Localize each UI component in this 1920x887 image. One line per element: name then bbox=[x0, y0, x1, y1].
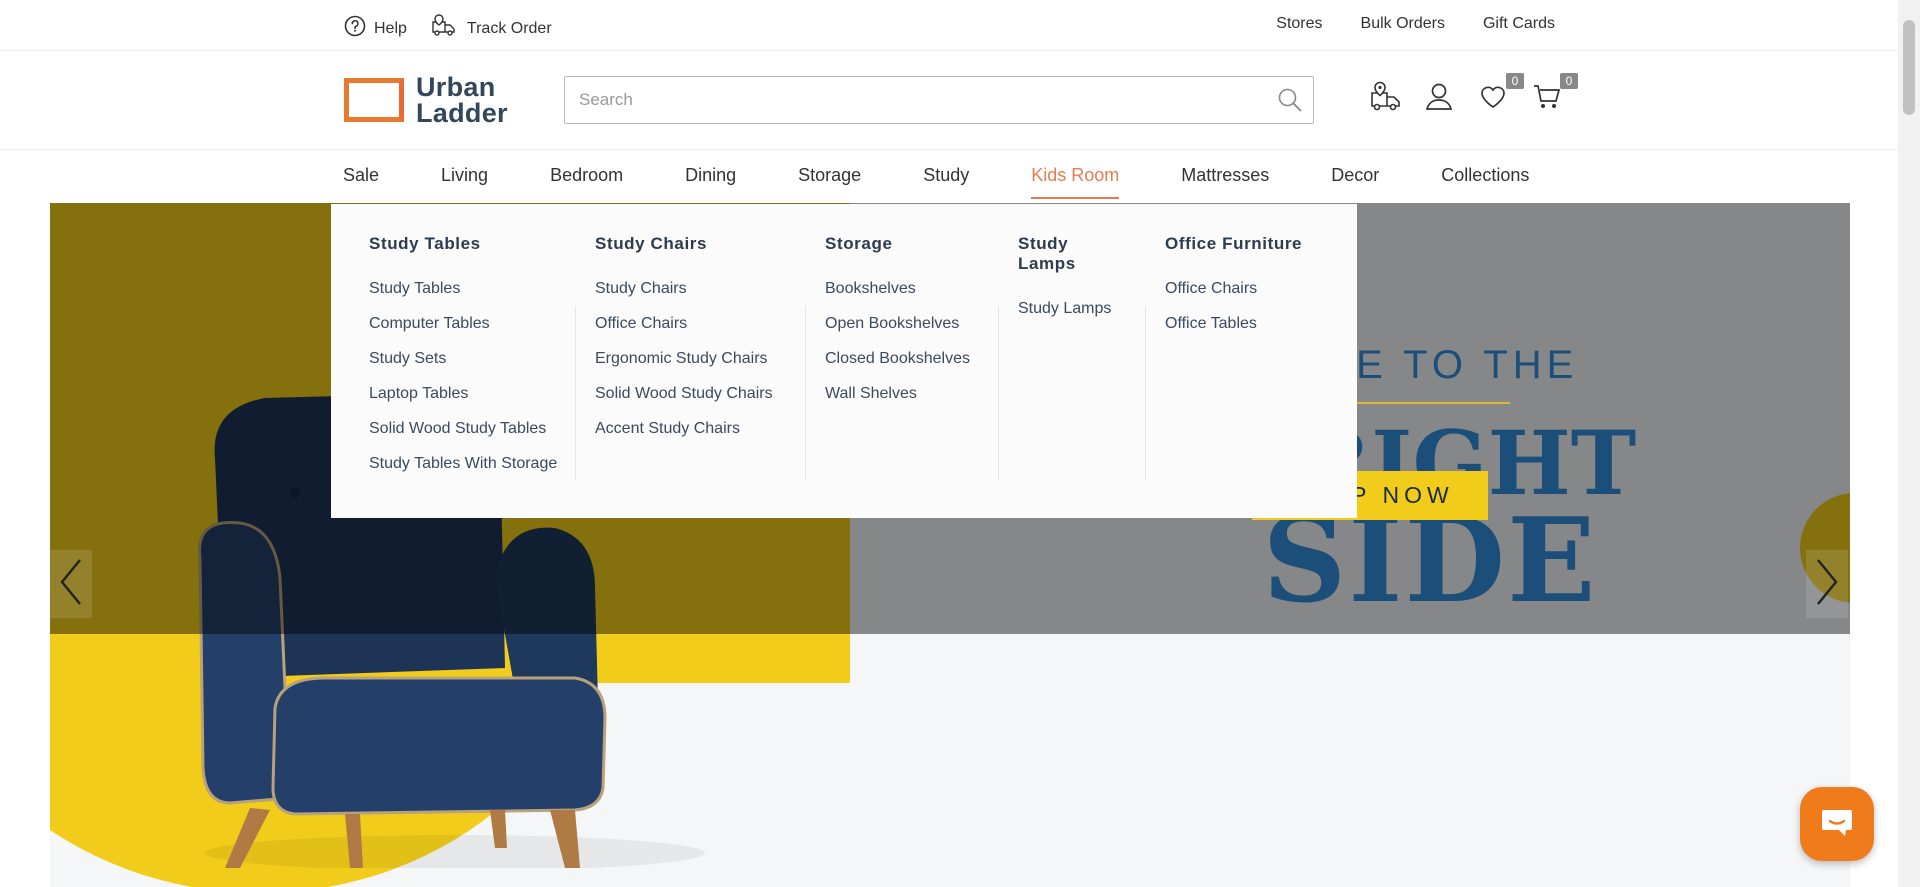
chevron-right-icon bbox=[1814, 557, 1840, 612]
track-order-link[interactable]: Track Order bbox=[431, 14, 552, 43]
user-icon[interactable] bbox=[1424, 81, 1456, 113]
nav-item-dining[interactable]: Dining bbox=[685, 151, 736, 199]
scrollbar-thumb[interactable] bbox=[1903, 20, 1915, 115]
nav-item-sale[interactable]: Sale bbox=[343, 151, 379, 199]
help-icon bbox=[344, 15, 366, 42]
logo-text: Urban Ladder bbox=[416, 72, 508, 128]
logo[interactable]: Urban Ladder bbox=[344, 72, 508, 128]
gift-cards-link[interactable]: Gift Cards bbox=[1483, 15, 1555, 33]
search-icon[interactable] bbox=[1277, 87, 1303, 118]
cart-count-badge: 0 bbox=[1560, 73, 1578, 89]
help-link[interactable]: Help bbox=[344, 14, 407, 43]
page-scrollbar[interactable] bbox=[1898, 0, 1920, 887]
help-label: Help bbox=[374, 19, 407, 37]
menu-link[interactable]: Study Lamps bbox=[1018, 300, 1125, 318]
heart-icon[interactable]: 0 bbox=[1478, 73, 1524, 113]
top-left-links: Help Track Order bbox=[344, 14, 552, 43]
menu-link[interactable]: Closed Bookshelves bbox=[825, 350, 978, 368]
logo-mark bbox=[344, 78, 404, 122]
top-right-links: Stores Bulk Orders Gift Cards bbox=[1276, 15, 1555, 33]
logo-line2: Ladder bbox=[416, 98, 508, 128]
kids-room-mega-menu: Study Tables Study Tables Computer Tables S… bbox=[331, 204, 1357, 518]
nav-item-study[interactable]: Study bbox=[923, 151, 969, 199]
menu-column-office-furniture: Office Furniture Office Chairs Office Tabl… bbox=[1145, 234, 1357, 518]
site-header: Urban Ladder 0 0 bbox=[0, 51, 1898, 150]
menu-column-storage: Storage Bookshelves Open Bookshelves Closed… bbox=[805, 234, 998, 518]
nav-item-decor[interactable]: Decor bbox=[1331, 151, 1379, 199]
menu-link[interactable]: Laptop Tables bbox=[369, 385, 555, 403]
menu-column-study-chairs: Study Chairs Study Chairs Office Chairs Erg… bbox=[575, 234, 805, 518]
menu-link[interactable]: Wall Shelves bbox=[825, 385, 978, 403]
nav-item-mattresses[interactable]: Mattresses bbox=[1181, 151, 1269, 199]
location-truck-icon[interactable] bbox=[1370, 81, 1402, 113]
chat-button[interactable] bbox=[1800, 787, 1874, 861]
menu-column-heading[interactable]: Storage bbox=[825, 234, 978, 254]
menu-link[interactable]: Office Chairs bbox=[595, 315, 785, 333]
menu-link[interactable]: Solid Wood Study Tables bbox=[369, 420, 555, 438]
menu-link[interactable]: Study Chairs bbox=[595, 280, 785, 298]
menu-column-study-tables: Study Tables Study Tables Computer Tables S… bbox=[331, 234, 575, 518]
menu-link[interactable]: Office Chairs bbox=[1165, 280, 1337, 298]
bulk-orders-link[interactable]: Bulk Orders bbox=[1361, 15, 1445, 33]
menu-column-heading[interactable]: Study Lamps bbox=[1018, 234, 1125, 274]
nav-item-kids-room[interactable]: Kids Room bbox=[1031, 151, 1120, 199]
menu-link[interactable]: Computer Tables bbox=[369, 315, 555, 333]
menu-link[interactable]: Study Sets bbox=[369, 350, 555, 368]
menu-link[interactable]: Solid Wood Study Chairs bbox=[595, 385, 785, 403]
chevron-left-icon bbox=[58, 557, 84, 612]
hero-divider bbox=[1350, 402, 1510, 404]
truck-icon bbox=[431, 14, 459, 43]
wishlist-count-badge: 0 bbox=[1506, 73, 1524, 89]
logo-line1: Urban bbox=[416, 72, 496, 102]
menu-column-heading[interactable]: Study Tables bbox=[369, 234, 555, 254]
menu-link[interactable]: Ergonomic Study Chairs bbox=[595, 350, 785, 368]
menu-link[interactable]: Study Tables bbox=[369, 280, 555, 298]
main-nav-list: Sale Living Bedroom Dining Storage Study Kids … bbox=[343, 151, 1591, 199]
menu-column-heading[interactable]: Office Furniture bbox=[1165, 234, 1337, 254]
nav-item-living[interactable]: Living bbox=[441, 151, 488, 199]
cart-icon[interactable]: 0 bbox=[1532, 73, 1578, 113]
search-box bbox=[564, 76, 1314, 124]
nav-item-bedroom[interactable]: Bedroom bbox=[550, 151, 623, 199]
menu-link[interactable]: Accent Study Chairs bbox=[595, 420, 785, 438]
menu-link[interactable]: Open Bookshelves bbox=[825, 315, 978, 333]
search-input[interactable] bbox=[565, 77, 1313, 123]
main-nav: Sale Living Bedroom Dining Storage Study Kids … bbox=[0, 151, 1898, 203]
top-utility-bar: Help Track Order Stores Bulk Orders Gift… bbox=[0, 0, 1898, 51]
menu-link[interactable]: Office Tables bbox=[1165, 315, 1337, 333]
menu-link[interactable]: Bookshelves bbox=[825, 280, 978, 298]
menu-column-heading[interactable]: Study Chairs bbox=[595, 234, 785, 254]
menu-column-study-lamps: Study Lamps Study Lamps bbox=[998, 234, 1145, 518]
nav-item-storage[interactable]: Storage bbox=[798, 151, 861, 199]
stores-link[interactable]: Stores bbox=[1276, 15, 1322, 33]
carousel-next-button[interactable] bbox=[1806, 550, 1848, 618]
carousel-prev-button[interactable] bbox=[50, 550, 92, 618]
nav-item-collections[interactable]: Collections bbox=[1441, 151, 1529, 199]
hero-side-text: SIDE bbox=[1262, 493, 1598, 629]
header-icons: 0 0 bbox=[1370, 73, 1578, 113]
track-order-label: Track Order bbox=[466, 19, 552, 37]
menu-link[interactable]: Study Tables With Storage bbox=[369, 455, 557, 473]
chat-icon bbox=[1820, 807, 1854, 842]
